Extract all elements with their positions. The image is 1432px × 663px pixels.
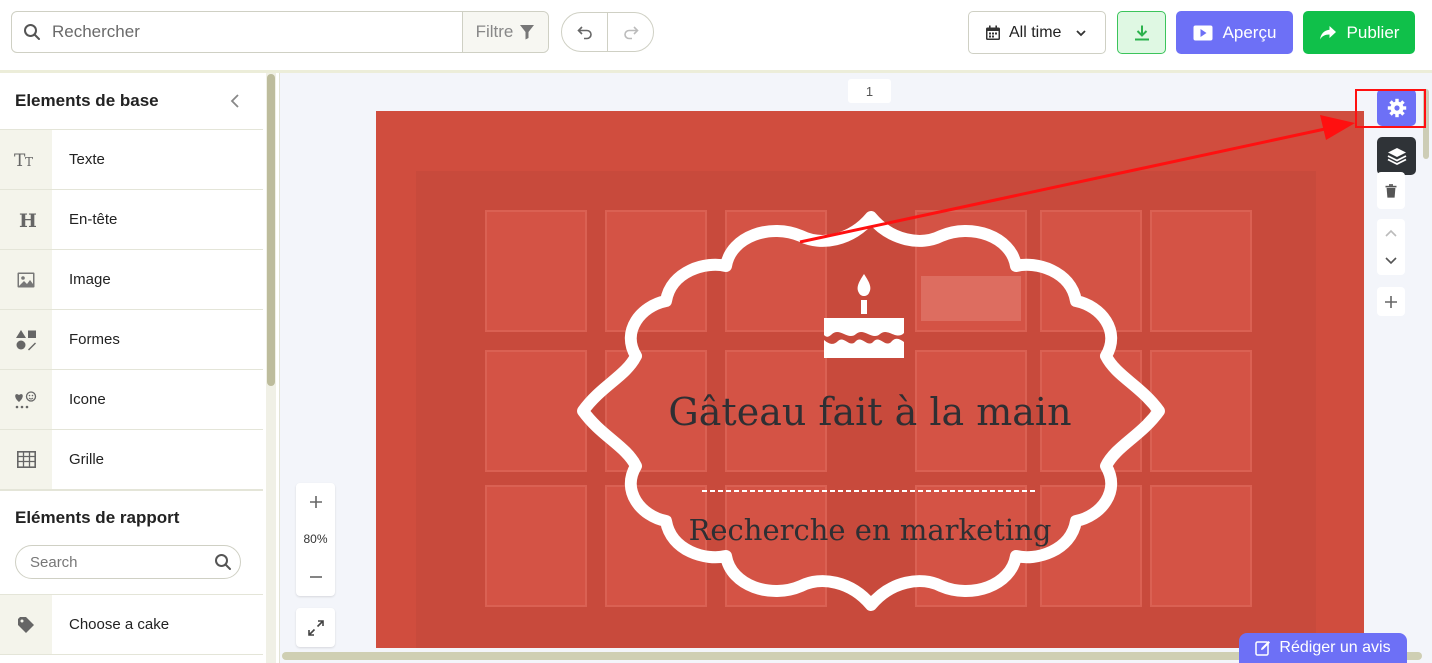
- time-range-value: All time: [1009, 23, 1062, 41]
- elements-sidebar: Elements de base TT Texte H En-tête Imag…: [0, 73, 263, 663]
- undo-redo-group: [561, 12, 654, 52]
- annotation-highlight-box: [1355, 89, 1426, 128]
- shapes-icon: [16, 329, 36, 350]
- sidebar-item-label: Texte: [69, 151, 105, 168]
- sidebar-item-shapes[interactable]: Formes: [0, 310, 263, 370]
- layers-icon: [1387, 148, 1406, 165]
- sidebar-item-label: Choose a cake: [69, 616, 170, 633]
- basic-elements-header: Elements de base: [0, 73, 263, 130]
- chevron-down-icon: [1076, 29, 1087, 36]
- page-number: 1: [848, 79, 891, 103]
- publish-button[interactable]: Publier: [1303, 11, 1415, 54]
- top-toolbar: Rechercher Filtre All time Aperçu Publie…: [0, 0, 1432, 73]
- expand-icon: [307, 619, 324, 636]
- zoom-level: 80%: [303, 532, 328, 547]
- share-arrow-icon: [1319, 25, 1336, 39]
- filter-button[interactable]: Filtre: [462, 12, 548, 52]
- sidebar-scrollbar[interactable]: [266, 73, 276, 663]
- chevron-down-icon: [1385, 257, 1397, 265]
- undo-button[interactable]: [562, 13, 608, 51]
- publish-label: Publier: [1346, 22, 1400, 42]
- move-page-up-button[interactable]: [1377, 219, 1405, 247]
- play-icon: [1193, 25, 1213, 40]
- vertical-scrollbar[interactable]: [1421, 75, 1432, 653]
- page-move-group: [1377, 219, 1405, 275]
- sidebar-item-label: En-tête: [69, 211, 118, 228]
- plus-icon: [309, 495, 322, 508]
- zoom-in-button[interactable]: [296, 483, 335, 521]
- report-search-field[interactable]: Search: [15, 545, 241, 579]
- search-icon: [12, 23, 52, 41]
- zoom-out-button[interactable]: [296, 558, 335, 596]
- tag-icon: [18, 616, 34, 633]
- search-field[interactable]: Rechercher Filtre: [11, 11, 549, 53]
- preview-label: Aperçu: [1222, 22, 1277, 42]
- grid-icon: [16, 451, 36, 468]
- search-input[interactable]: Rechercher: [52, 22, 462, 42]
- undo-icon: [576, 26, 592, 40]
- collapse-sidebar-icon[interactable]: [229, 93, 241, 109]
- fullscreen-button[interactable]: [296, 608, 335, 647]
- move-page-down-button[interactable]: [1377, 247, 1405, 275]
- minus-icon: [309, 576, 322, 578]
- birthday-cake-icon: [824, 274, 904, 358]
- time-range-select[interactable]: All time: [968, 11, 1106, 54]
- preview-button[interactable]: Aperçu: [1176, 11, 1293, 54]
- svg-text:T: T: [25, 155, 33, 169]
- trash-icon: [1385, 183, 1397, 198]
- sidebar-item-heading[interactable]: H En-tête: [0, 190, 263, 250]
- redo-icon: [623, 26, 639, 40]
- add-page-button[interactable]: [1377, 287, 1405, 316]
- sidebar-item-label: Image: [69, 271, 111, 288]
- report-search-input[interactable]: Search: [30, 554, 78, 571]
- filter-label: Filtre: [475, 22, 514, 41]
- sidebar-item-label: Grille: [69, 451, 105, 468]
- edit-note-icon: [1255, 641, 1271, 656]
- sidebar-item-icons[interactable]: Icone: [0, 370, 263, 430]
- sidebar-item-grid[interactable]: Grille: [0, 430, 263, 490]
- heading-icon: H: [19, 210, 36, 230]
- chevron-up-icon: [1385, 229, 1397, 237]
- download-button[interactable]: [1117, 11, 1166, 54]
- sidebar-item-image[interactable]: Image: [0, 250, 263, 310]
- ornate-frame: [577, 211, 1165, 611]
- calendar-icon: [986, 25, 1000, 40]
- report-elements-title: Eléments de rapport: [15, 508, 180, 527]
- text-size-icon: TT: [14, 151, 33, 169]
- basic-elements-title: Elements de base: [15, 91, 159, 110]
- design-title[interactable]: Gâteau fait à la main: [376, 390, 1364, 434]
- sidebar-item-label: Formes: [69, 331, 120, 348]
- layers-button[interactable]: [1377, 137, 1416, 175]
- filter-icon: [520, 25, 535, 40]
- search-icon: [215, 554, 231, 570]
- design-subtitle[interactable]: Recherche en marketing: [376, 513, 1364, 547]
- icons-icon: [15, 390, 37, 408]
- zoom-controls: 80%: [296, 483, 335, 596]
- write-review-label: Rédiger un avis: [1279, 639, 1391, 656]
- svg-text:H: H: [19, 210, 36, 230]
- delete-page-button[interactable]: [1377, 172, 1405, 209]
- report-elements-header: Eléments de rapport: [0, 490, 263, 545]
- write-review-button[interactable]: Rédiger un avis: [1239, 633, 1407, 663]
- plus-icon: [1385, 295, 1397, 308]
- sidebar-item-text[interactable]: TT Texte: [0, 130, 263, 190]
- download-icon: [1134, 25, 1149, 40]
- sidebar-item-label: Icone: [69, 391, 106, 408]
- design-page[interactable]: Gâteau fait à la main Recherche en marke…: [376, 111, 1364, 648]
- redo-button[interactable]: [608, 13, 653, 51]
- sidebar-item-choose-a-cake[interactable]: Choose a cake: [0, 595, 263, 655]
- image-icon: [17, 272, 35, 287]
